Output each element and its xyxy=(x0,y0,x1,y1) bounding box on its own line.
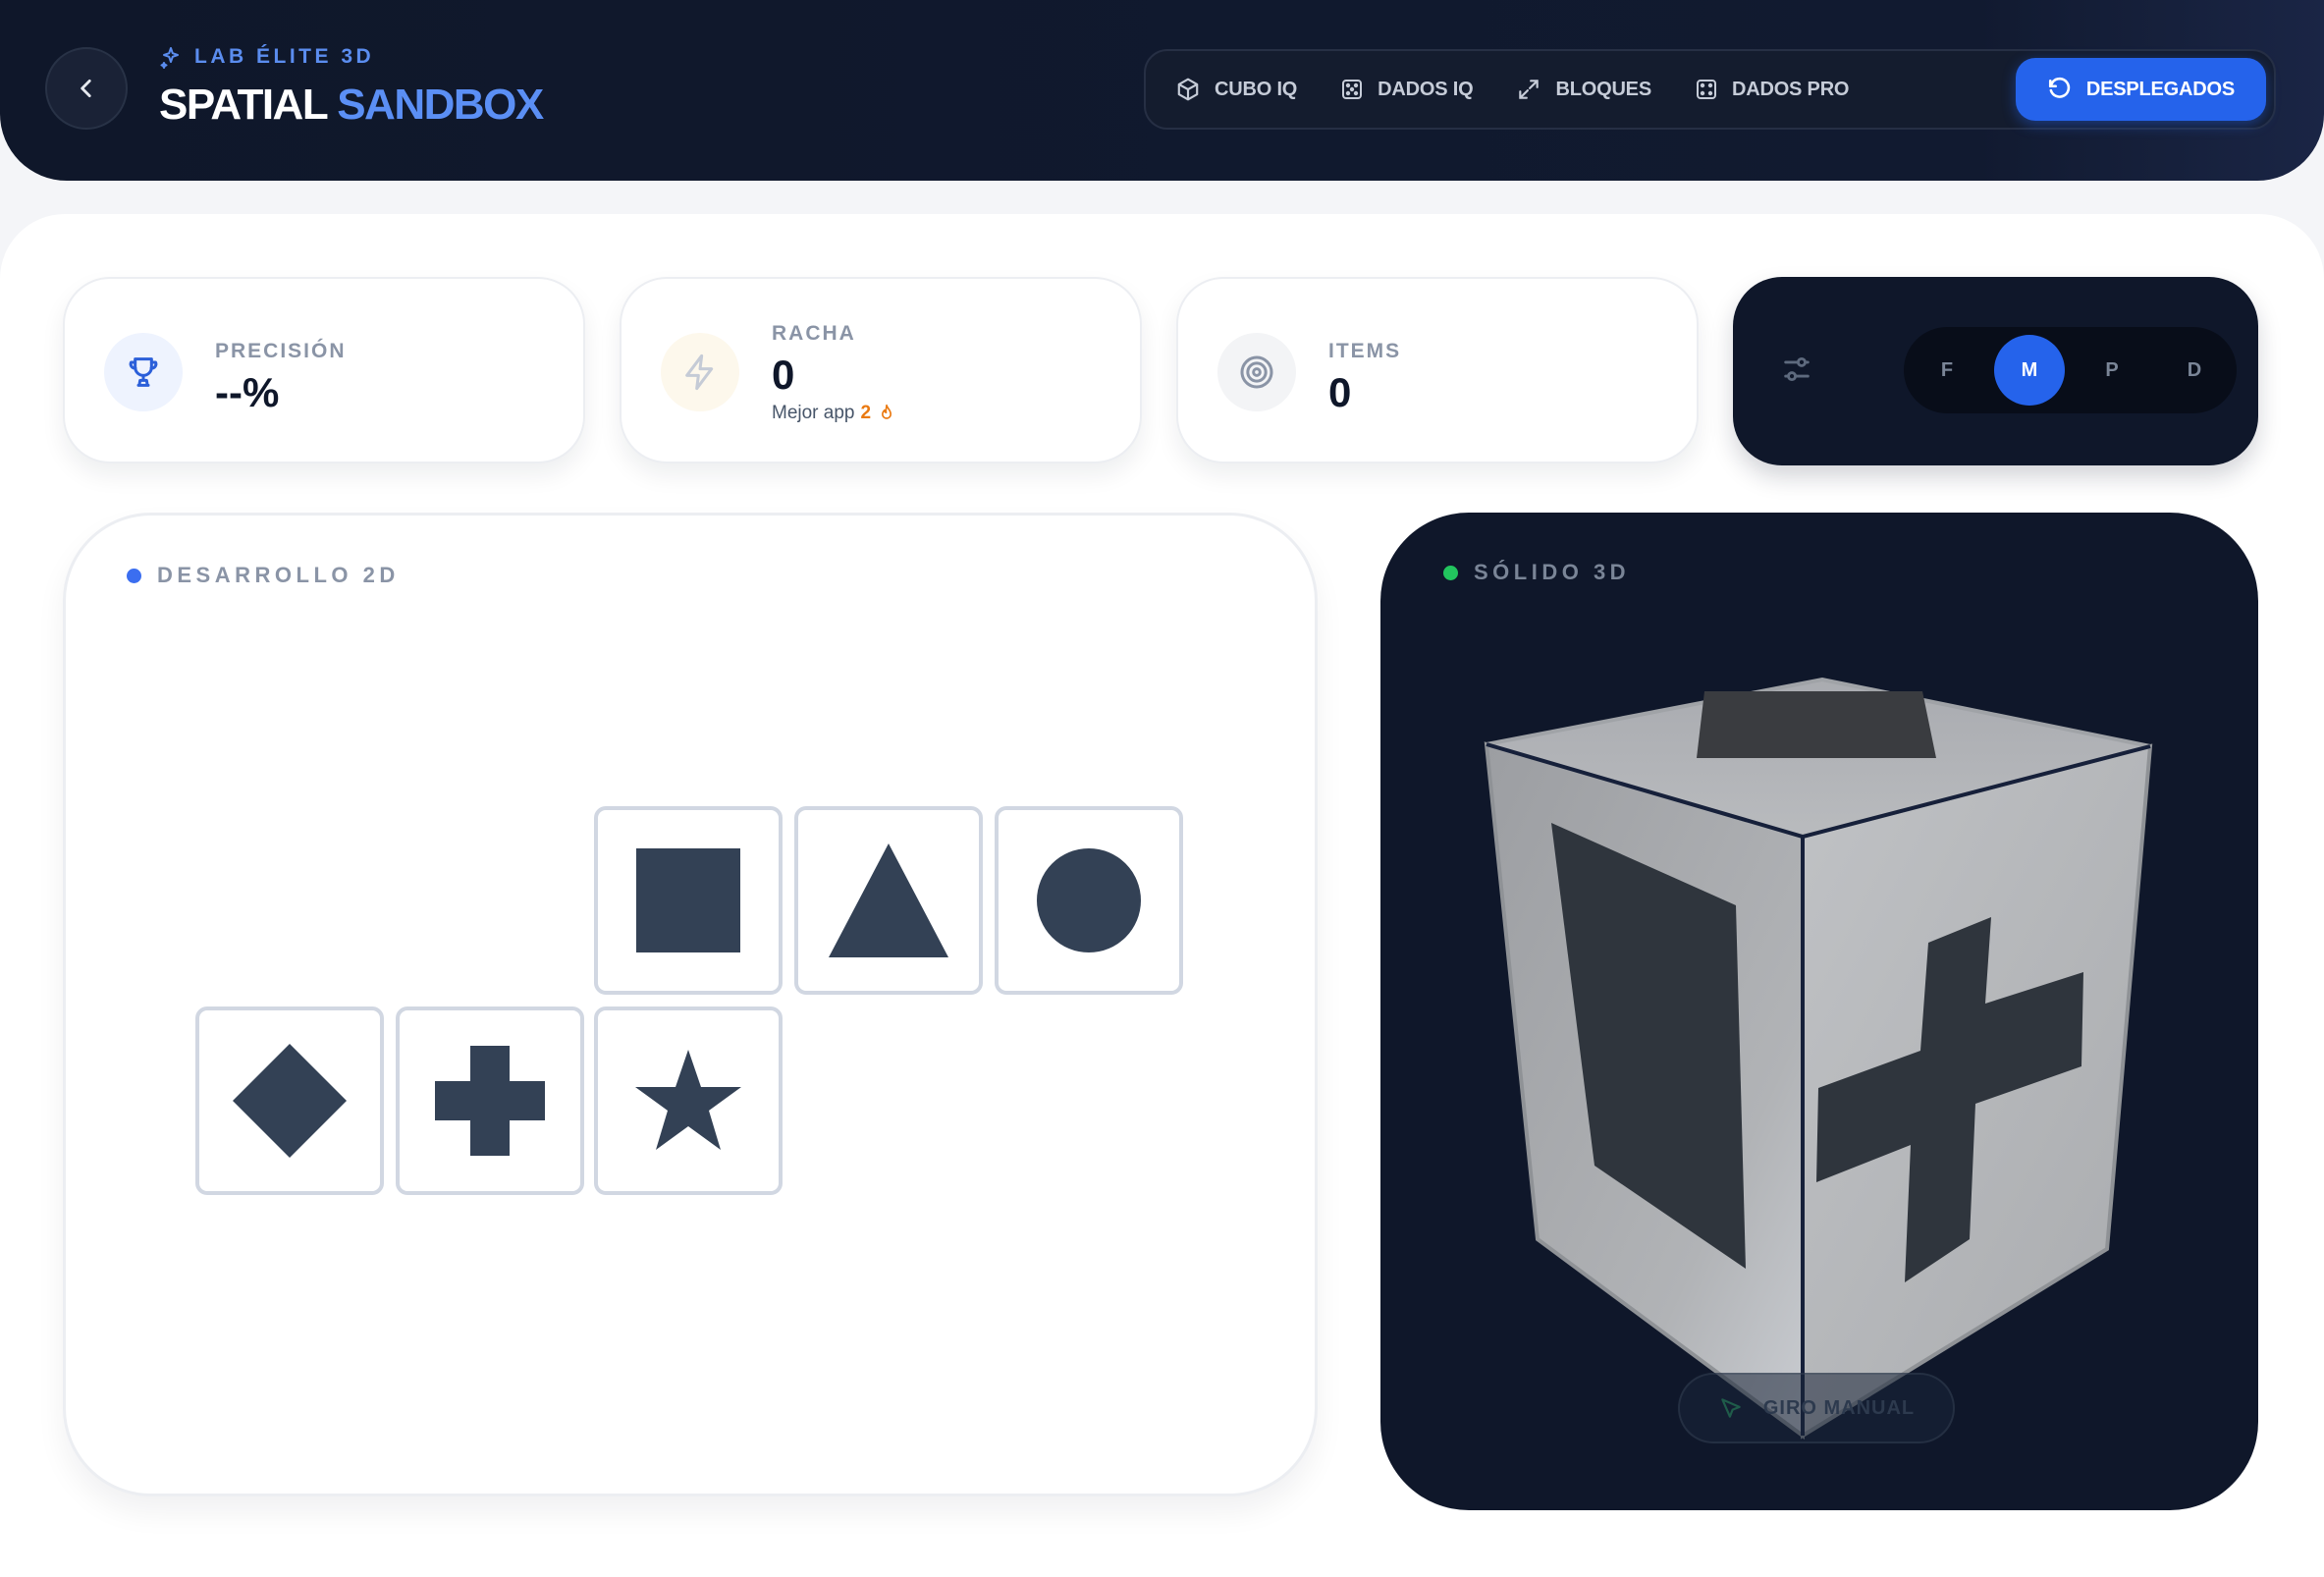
precision-card: PRECISIÓN --% xyxy=(63,277,585,463)
streak-card: RACHA 0 Mejor app 2 xyxy=(620,277,1142,463)
status-dot xyxy=(127,568,141,583)
nav-label: CUBO IQ xyxy=(1215,78,1298,100)
star-icon xyxy=(635,1050,741,1150)
target-icon xyxy=(1240,355,1273,389)
back-button[interactable] xyxy=(45,47,128,130)
triangle-icon xyxy=(829,843,948,957)
stat-icon-wrap xyxy=(1217,333,1296,411)
net-face-cross[interactable] xyxy=(396,1006,584,1195)
items-card: ITEMS 0 xyxy=(1176,277,1699,463)
level-d[interactable]: D xyxy=(2159,337,2230,404)
difficulty-selector: F M P D xyxy=(1733,277,2258,465)
stat-icon-wrap xyxy=(661,333,739,411)
diamond-icon xyxy=(233,1044,347,1158)
cube-3d-view[interactable] xyxy=(1380,513,2258,1510)
cursor-icon xyxy=(1721,1398,1741,1418)
cube-icon xyxy=(1177,78,1199,101)
rotate-ccw-icon xyxy=(2048,77,2070,98)
best-streak: Mejor app 2 xyxy=(772,403,896,424)
square-icon xyxy=(636,848,740,952)
nav-label: DESPLEGADOS xyxy=(2085,78,2235,100)
sparkles-icon xyxy=(160,47,179,69)
nav-bloques[interactable]: BLOQUES xyxy=(1494,58,1673,121)
main-panel: PRECISIÓN --% RACHA 0 Mejor app 2 ITEMS … xyxy=(0,214,2324,1577)
nav-dados-pro[interactable]: DADOS PRO xyxy=(1673,58,1870,121)
cross-icon xyxy=(435,1046,545,1156)
expand-icon xyxy=(1519,80,1540,99)
nav-desplegados[interactable]: DESPLEGADOS xyxy=(2015,58,2266,121)
best-streak-label: Mejor app xyxy=(772,403,855,423)
level-track: F M P D xyxy=(1904,327,2237,413)
net-face-square[interactable] xyxy=(594,806,783,995)
brand-kicker-text: LAB ÉLITE 3D xyxy=(194,45,375,68)
net-face-triangle[interactable] xyxy=(794,806,983,995)
level-f[interactable]: F xyxy=(1912,337,1982,404)
title-main: SPATIAL xyxy=(159,81,329,129)
top-header: LAB ÉLITE 3D SPATIAL SANDBOX CUBO IQ DAD… xyxy=(0,0,2324,181)
mode-nav: CUBO IQ DADOS IQ BLOQUES DADOS PRO DESPL… xyxy=(1144,49,2276,130)
nav-dados-iq[interactable]: DADOS IQ xyxy=(1319,58,1494,121)
brand-kicker: LAB ÉLITE 3D xyxy=(159,45,543,69)
cube-face-top-square xyxy=(1697,691,1936,758)
nav-label: BLOQUES xyxy=(1555,78,1651,100)
stat-label: PRECISIÓN xyxy=(215,340,347,362)
dice-icon xyxy=(1342,80,1363,99)
net-panel-title: DESARROLLO 2D xyxy=(157,563,400,587)
dice-icon xyxy=(1696,80,1716,99)
stat-value: 0 xyxy=(1328,369,1352,415)
trophy-icon xyxy=(129,357,158,387)
manual-rotate-label: GIRO MANUAL xyxy=(1762,1396,1916,1419)
circle-icon xyxy=(1037,848,1141,952)
net-face-circle[interactable] xyxy=(995,806,1183,995)
stat-value: 0 xyxy=(772,352,795,398)
net-panel: DESARROLLO 2D xyxy=(63,513,1318,1496)
nav-cubo-iq[interactable]: CUBO IQ xyxy=(1154,58,1319,121)
brand: LAB ÉLITE 3D SPATIAL SANDBOX xyxy=(159,45,544,130)
net-panel-label: DESARROLLO 2D xyxy=(127,563,400,588)
chevron-left-icon xyxy=(81,80,91,97)
zap-icon xyxy=(685,353,714,391)
level-p[interactable]: P xyxy=(2077,337,2147,404)
nav-label: DADOS PRO xyxy=(1731,78,1850,100)
flame-icon xyxy=(882,404,892,419)
stat-label: ITEMS xyxy=(1328,340,1402,362)
net-face-diamond[interactable] xyxy=(195,1006,384,1195)
stat-value: --% xyxy=(215,369,280,415)
cube-panel: SÓLIDO 3D GIRO MANUAL xyxy=(1380,513,2258,1510)
best-streak-value: 2 xyxy=(860,403,872,423)
level-m[interactable]: M xyxy=(1994,335,2065,406)
stat-icon-wrap xyxy=(104,333,183,411)
sliders-icon[interactable] xyxy=(1780,353,1813,386)
net-face-star[interactable] xyxy=(594,1006,783,1195)
nav-label: DADOS IQ xyxy=(1378,78,1474,100)
page-title: SPATIAL SANDBOX xyxy=(159,81,544,130)
stat-label: RACHA xyxy=(772,322,856,345)
manual-rotate-button[interactable]: GIRO MANUAL xyxy=(1678,1373,1955,1443)
title-accent: SANDBOX xyxy=(337,81,544,129)
